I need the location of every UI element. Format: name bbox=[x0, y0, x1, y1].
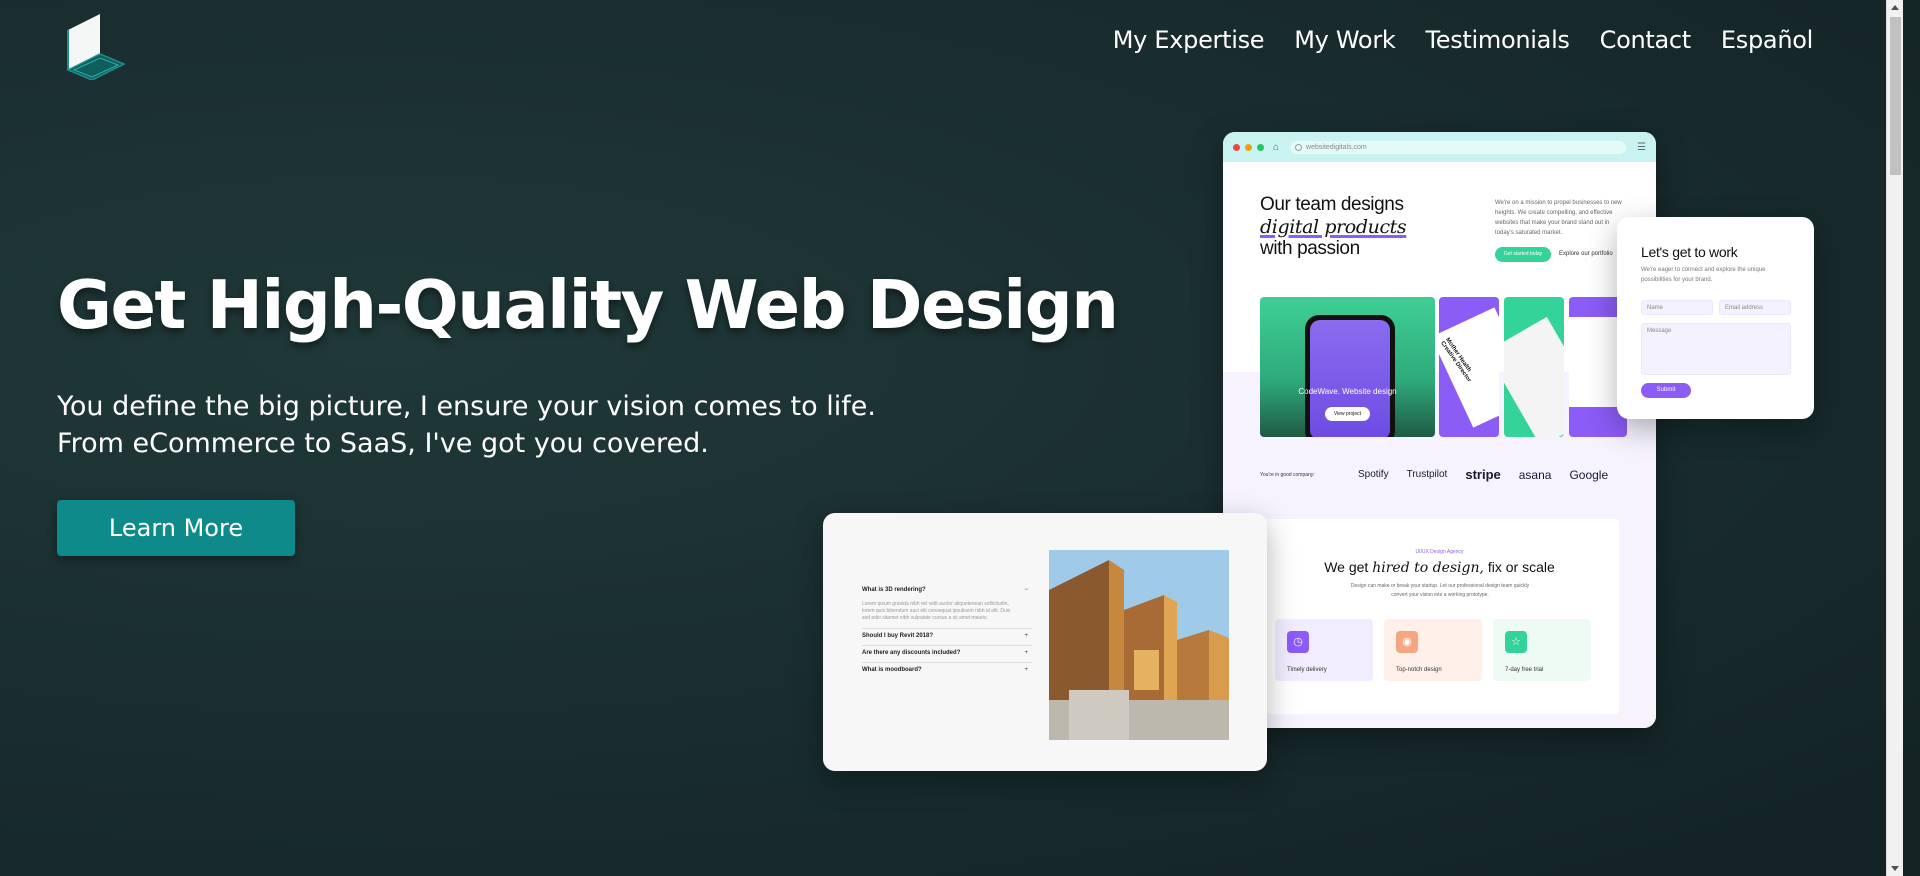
spotify-logo: Spotify bbox=[1358, 469, 1389, 480]
hero-subtitle-line2: From eCommerce to SaaS, I've got you cov… bbox=[57, 428, 709, 459]
faq-item: Should I buy Revit 2018? + bbox=[862, 629, 1032, 646]
mockup-portfolio-link: Explore our portfolio bbox=[1559, 251, 1613, 257]
contact-subtitle: We're eager to connect and explore the u… bbox=[1641, 267, 1766, 283]
mockup-project-card: CodeWave. Website design View project bbox=[1260, 297, 1435, 437]
mockup-agency-title: We get hired to design, fix or scale bbox=[1260, 559, 1619, 576]
hero-title: Get High-Quality Web Design bbox=[57, 266, 1119, 344]
scrollbar-thumb[interactable] bbox=[1890, 17, 1901, 175]
contact-title: Let's get to work bbox=[1641, 244, 1738, 260]
scroll-up-arrow-icon[interactable] bbox=[1891, 5, 1899, 10]
home-icon: ⌂ bbox=[1273, 141, 1280, 153]
expand-icon: + bbox=[1024, 667, 1028, 673]
mockup-title-line1: Our team designs bbox=[1260, 194, 1404, 215]
faq-question: What is moodboard? bbox=[862, 667, 922, 673]
mockup-agency-sub: Design can make or break your startup. L… bbox=[1350, 583, 1530, 598]
trustpilot-logo: Trustpilot bbox=[1406, 469, 1448, 480]
mockup-hero-title: Our team designs digital products with p… bbox=[1260, 194, 1407, 260]
minimize-dot-icon bbox=[1245, 143, 1252, 151]
faq-question: Are there any discounts included? bbox=[862, 650, 961, 656]
mockup-faq-card: What is 3D rendering? − Lorem ipsum grav… bbox=[823, 513, 1267, 771]
faq-list: What is 3D rendering? − Lorem ipsum grav… bbox=[862, 583, 1032, 679]
design-icon: ◉ bbox=[1396, 631, 1418, 653]
nav-testimonials[interactable]: Testimonials bbox=[1425, 26, 1569, 54]
mockup-contact-card: Let's get to work We're eager to connect… bbox=[1617, 217, 1814, 419]
mockup-agency-tag: UI/UX Design Agency bbox=[1415, 549, 1464, 555]
faq-answer: Lorem ipsum gravida nibh vel velit aucto… bbox=[862, 601, 1011, 621]
feature-free-trial: ☆ 7-day free trial bbox=[1493, 619, 1591, 681]
mockup-message-field: Message bbox=[1641, 323, 1791, 375]
mockup-brand-logos: Spotify Trustpilot stripe asana Google bbox=[1358, 467, 1608, 482]
faq-question: What is 3D rendering? bbox=[862, 587, 926, 593]
google-logo: Google bbox=[1569, 467, 1609, 482]
nav-my-expertise[interactable]: My Expertise bbox=[1113, 26, 1265, 54]
nav-language-espanol[interactable]: Español bbox=[1721, 26, 1813, 54]
feature-label: 7-day free trial bbox=[1505, 667, 1544, 673]
feature-top-notch-design: ◉ Top-notch design bbox=[1384, 619, 1482, 681]
mockup-intro: We're on a mission to propel businesses … bbox=[1495, 200, 1622, 236]
learn-more-button[interactable]: Learn More bbox=[57, 500, 295, 556]
mockup-title-em: digital products bbox=[1260, 216, 1407, 238]
mockup-good-company: You're in good company: bbox=[1260, 472, 1315, 478]
star-icon: ☆ bbox=[1505, 631, 1527, 653]
maximize-dot-icon bbox=[1257, 143, 1264, 151]
feature-label: Top-notch design bbox=[1396, 667, 1442, 673]
feature-label: Timely delivery bbox=[1287, 667, 1327, 673]
expand-icon: + bbox=[1024, 650, 1028, 656]
faq-item: What is moodboard? + bbox=[862, 663, 1032, 679]
faq-question: Should I buy Revit 2018? bbox=[862, 633, 934, 639]
website-mockup: ⌂ websitedigitals.com ☰ Our team designs… bbox=[1223, 132, 1656, 728]
clock-icon: ◷ bbox=[1287, 631, 1309, 653]
scroll-down-arrow-icon[interactable] bbox=[1891, 866, 1899, 871]
hero-subtitle-line1: You define the big picture, I ensure you… bbox=[57, 391, 876, 422]
mockup-url: websitedigitals.com bbox=[1290, 140, 1627, 154]
expand-icon: + bbox=[1024, 633, 1028, 639]
mockup-name-field: Name bbox=[1641, 300, 1713, 315]
collapse-icon: − bbox=[1024, 587, 1028, 593]
mockup-title-line3: with passion bbox=[1260, 238, 1360, 259]
mockup-agency-section: UI/UX Design Agency We get hired to desi… bbox=[1260, 519, 1619, 714]
mockup-browser-bar: ⌂ websitedigitals.com ☰ bbox=[1223, 132, 1656, 162]
mockup-card-green bbox=[1504, 297, 1564, 437]
faq-item: What is 3D rendering? − Lorem ipsum grav… bbox=[862, 583, 1032, 629]
agency-title-em: hired to design, bbox=[1372, 560, 1484, 576]
page: My Expertise My Work Testimonials Contac… bbox=[0, 0, 1903, 876]
asana-logo: asana bbox=[1518, 467, 1552, 482]
main-nav: My Expertise My Work Testimonials Contac… bbox=[1113, 26, 1814, 54]
feature-timely-delivery: ◷ Timely delivery bbox=[1275, 619, 1373, 681]
building-photo bbox=[1049, 550, 1229, 740]
nav-my-work[interactable]: My Work bbox=[1294, 26, 1396, 54]
mockup-email-field: Email address bbox=[1719, 300, 1791, 315]
stripe-logo: stripe bbox=[1465, 467, 1501, 482]
page-scrollbar[interactable] bbox=[1886, 0, 1903, 876]
mockup-get-started-pill: Get started today bbox=[1495, 247, 1551, 262]
agency-title-b: fix or scale bbox=[1483, 559, 1555, 575]
faq-item: Are there any discounts included? + bbox=[862, 646, 1032, 663]
menu-icon: ☰ bbox=[1637, 141, 1646, 153]
agency-title-a: We get bbox=[1324, 559, 1373, 575]
close-dot-icon bbox=[1233, 143, 1240, 151]
hero-subtitle: You define the big picture, I ensure you… bbox=[57, 388, 876, 462]
laptop-logo-icon[interactable] bbox=[60, 8, 132, 80]
mockup-view-project: View project bbox=[1325, 407, 1370, 421]
mockup-card-caption: CodeWave. Website design bbox=[1298, 387, 1397, 396]
nav-contact[interactable]: Contact bbox=[1600, 26, 1692, 54]
mockup-submit-button: Submit bbox=[1641, 383, 1691, 398]
mockup-card-purple: Mother Health Creative Director bbox=[1439, 297, 1499, 437]
